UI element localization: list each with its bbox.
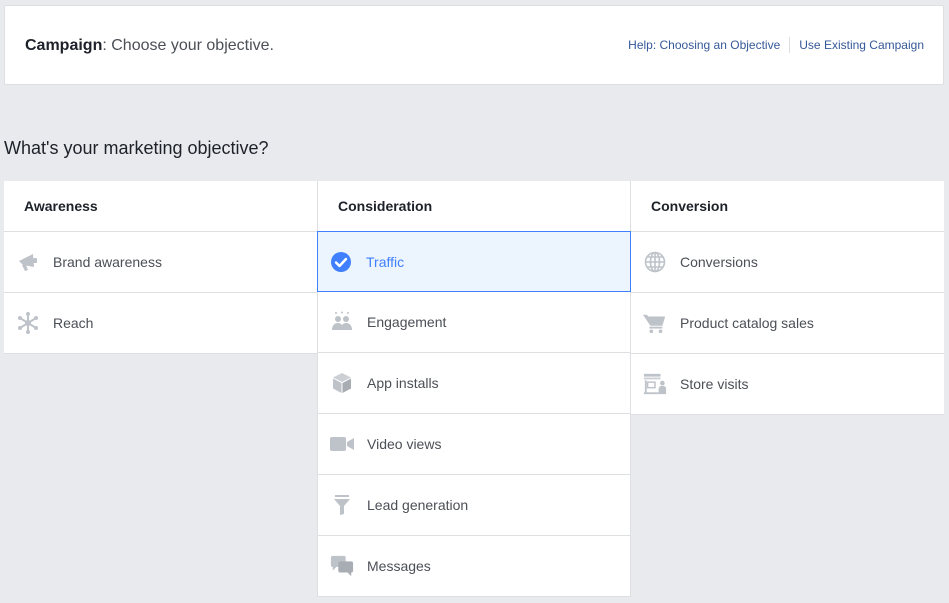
objective-label: Store visits xyxy=(680,376,749,392)
video-camera-icon xyxy=(330,432,354,456)
objective-label: Conversions xyxy=(680,254,758,270)
objective-label: Brand awareness xyxy=(53,254,162,270)
objective-reach[interactable]: Reach xyxy=(4,293,318,354)
globe-icon xyxy=(643,250,667,274)
objective-label: Lead generation xyxy=(367,497,469,513)
use-existing-campaign-link[interactable]: Use Existing Campaign xyxy=(799,38,924,52)
objective-label: App installs xyxy=(367,375,439,391)
objective-engagement[interactable]: Engagement xyxy=(318,292,630,353)
reach-icon xyxy=(16,311,40,335)
campaign-header: Campaign: Choose your objective. Help: C… xyxy=(4,5,944,85)
people-icon xyxy=(330,310,354,334)
consideration-column: Consideration Traffic Engagement App ins… xyxy=(317,181,631,597)
objective-conversions[interactable]: Conversions xyxy=(631,232,944,293)
page-title: Campaign: Choose your objective. xyxy=(25,37,274,55)
column-header-conversion: Conversion xyxy=(631,181,944,232)
store-icon xyxy=(643,372,667,396)
header-links: Help: Choosing an Objective Use Existing… xyxy=(628,37,924,53)
objective-product-catalog-sales[interactable]: Product catalog sales xyxy=(631,293,944,354)
link-divider xyxy=(789,37,791,53)
column-header-consideration: Consideration xyxy=(318,181,630,232)
chat-bubbles-icon xyxy=(330,554,354,578)
objective-store-visits[interactable]: Store visits xyxy=(631,354,944,415)
objective-video-views[interactable]: Video views xyxy=(318,414,630,475)
objective-traffic[interactable]: Traffic xyxy=(317,231,631,292)
marketing-objective-question: What's your marketing objective? xyxy=(4,138,269,158)
objective-grid: Awareness Brand awareness Reach Consider… xyxy=(4,181,944,603)
objective-label: Video views xyxy=(367,436,442,452)
funnel-icon xyxy=(330,493,354,517)
help-choosing-objective-link[interactable]: Help: Choosing an Objective xyxy=(628,38,780,52)
objective-label: Product catalog sales xyxy=(680,315,814,331)
objective-messages[interactable]: Messages xyxy=(318,536,630,597)
awareness-column: Awareness Brand awareness Reach xyxy=(4,181,318,354)
conversion-column: Conversion Conversions Product catalog s… xyxy=(631,181,944,415)
column-header-awareness: Awareness xyxy=(4,181,318,232)
megaphone-icon xyxy=(16,250,40,274)
objective-brand-awareness[interactable]: Brand awareness xyxy=(4,232,318,293)
cart-icon xyxy=(643,311,667,335)
objective-label: Traffic xyxy=(366,253,405,270)
objective-app-installs[interactable]: App installs xyxy=(318,353,630,414)
check-circle-icon xyxy=(329,250,353,274)
objective-lead-generation[interactable]: Lead generation xyxy=(318,475,630,536)
box-icon xyxy=(330,371,354,395)
campaign-label: Campaign xyxy=(25,37,103,54)
objective-prompt: : Choose your objective. xyxy=(102,37,274,54)
objective-label: Engagement xyxy=(367,314,447,330)
objective-label: Reach xyxy=(53,315,94,331)
objective-label: Messages xyxy=(367,558,431,574)
